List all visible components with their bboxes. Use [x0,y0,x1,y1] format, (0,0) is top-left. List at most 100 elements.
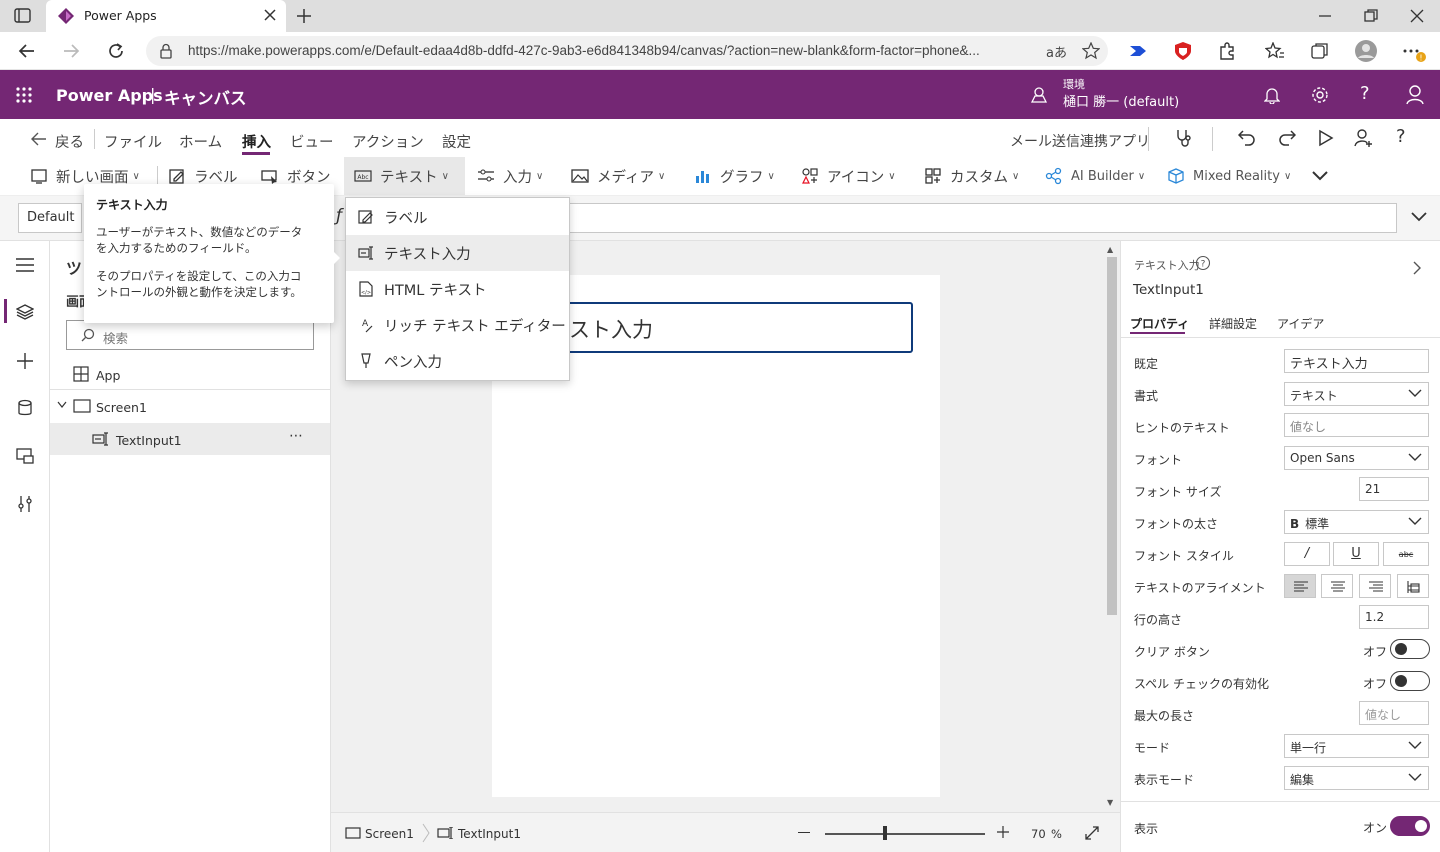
menu-file[interactable]: ファイル [104,131,162,152]
scrollbar-thumb[interactable] [1107,257,1117,615]
read-aloud-icon[interactable]: aあ [1046,42,1067,61]
profile-avatar-icon[interactable] [1354,39,1378,63]
canvas-vertical-scrollbar[interactable]: ▲ ▼ [1104,241,1118,812]
add-favorite-icon[interactable] [1082,42,1100,60]
menu-home[interactable]: ホーム [179,131,222,152]
tree-item-screen1[interactable]: Screen1 [50,391,330,421]
extensions-puzzle-icon[interactable] [1218,42,1236,60]
app-title[interactable]: メール送信連携アプリ [1010,131,1150,151]
tree-item-textinput1[interactable]: TextInput1 ⋯ [50,423,330,455]
app-launcher-icon[interactable] [16,87,32,103]
prop-font-select[interactable]: Open Sans [1284,446,1429,470]
back-arrow-icon[interactable] [18,42,36,60]
control-name[interactable]: TextInput1 [1133,282,1204,298]
tab-advanced[interactable]: 詳細設定 [1209,315,1257,332]
help-circle-icon[interactable]: ? [1195,255,1211,271]
mixed-reality-menu-button[interactable]: Mixed Reality ∨ [1167,157,1291,195]
zoom-slider[interactable] [825,833,985,835]
tree-view-layers-icon[interactable] [16,303,34,321]
prop-hint-input[interactable]: 値なし [1284,413,1429,437]
collections-icon[interactable] [1311,42,1329,60]
prop-default-input[interactable]: テキスト入力 [1284,349,1429,373]
ai-builder-menu-button[interactable]: AI Builder ∨ [1045,157,1145,195]
scroll-down-icon[interactable]: ▼ [1107,798,1113,807]
environment-name[interactable]: 樋口 勝一 (default) [1063,91,1179,110]
breadcrumb-control[interactable]: TextInput1 [458,827,521,841]
advanced-tools-icon[interactable] [17,495,33,513]
dropdown-item-html-text[interactable]: </> HTML テキスト [346,271,569,307]
tab-properties[interactable]: プロパティ [1130,315,1189,332]
redo-icon[interactable] [1278,129,1296,147]
align-center-button[interactable] [1321,574,1353,598]
icon-menu-button[interactable]: アイコン ∨ [801,157,896,195]
prop-format-select[interactable]: テキスト [1284,382,1429,406]
strikethrough-button[interactable]: abc [1383,542,1429,566]
spellcheck-toggle[interactable] [1390,671,1430,691]
back-icon[interactable] [31,132,47,146]
align-right-button[interactable] [1359,574,1391,598]
zoom-slider-thumb[interactable] [883,826,887,840]
chart-menu-button[interactable]: グラフ ∨ [694,157,775,195]
tree-item-app[interactable]: App [50,359,330,389]
dropdown-item-rich-text-editor[interactable]: A リッチ テキスト エディター [346,307,569,343]
fit-to-window-icon[interactable] [1085,826,1099,840]
prop-fontsize-input[interactable]: 21 [1359,477,1429,501]
collapse-pane-chevron-icon[interactable] [1412,260,1422,276]
underline-button[interactable]: U [1333,542,1379,566]
text-input-control[interactable]: スト入力 [561,302,913,353]
text-menu-button[interactable]: Abc テキスト ∨ [344,157,465,195]
prop-fontweight-select[interactable]: B 標準 [1284,510,1429,534]
prop-lineheight-input[interactable]: 1.2 [1359,605,1429,629]
ribbon-expand-chevron-icon[interactable] [1311,169,1329,183]
undo-icon[interactable] [1238,129,1256,147]
align-left-button[interactable] [1284,574,1316,598]
tree-search-input[interactable]: 検索 [66,320,314,350]
menu-view[interactable]: ビュー [290,131,334,152]
settings-gear-icon[interactable] [1311,86,1329,104]
minimize-icon[interactable] [1318,9,1332,23]
formula-expand-chevron-icon[interactable] [1410,211,1428,223]
forward-arrow-icon[interactable] [62,42,80,60]
user-account-icon[interactable] [1406,85,1424,105]
tab-actions-icon[interactable] [14,8,32,24]
refresh-icon[interactable] [107,42,125,60]
more-options-icon[interactable]: ⋯ [289,428,303,444]
menu-action[interactable]: アクション [352,131,424,152]
dropdown-item-label[interactable]: ラベル [346,199,569,235]
dropdown-item-text-input[interactable]: テキスト入力 [346,235,569,271]
help-icon[interactable]: ? [1396,126,1406,147]
app-checker-stethoscope-icon[interactable] [1174,128,1194,148]
shield-extension-icon[interactable] [1174,41,1192,61]
url-field[interactable]: https://make.powerapps.com/e/Default-eda… [146,36,1108,66]
input-menu-button[interactable]: 入力 ∨ [477,157,543,195]
media-icon[interactable] [16,447,34,465]
tab-ideas[interactable]: アイデア [1277,315,1324,332]
hamburger-menu-icon[interactable] [16,258,34,272]
property-selector[interactable]: Default [18,203,82,233]
play-preview-icon[interactable] [1318,129,1334,147]
chevron-down-icon[interactable] [57,401,67,409]
custom-menu-button[interactable]: カスタム ∨ [924,157,1019,195]
zoom-in-icon[interactable] [997,826,1009,838]
visible-toggle[interactable] [1390,816,1430,836]
dropdown-item-pen-input[interactable]: ペン入力 [346,343,569,379]
new-tab-icon[interactable] [296,8,312,24]
favorites-icon[interactable] [1265,42,1285,60]
prop-maxlength-input[interactable]: 値なし [1359,701,1429,725]
share-user-icon[interactable] [1354,128,1374,148]
close-tab-icon[interactable] [264,9,276,21]
notification-bell-icon[interactable] [1264,86,1280,104]
clear-button-toggle[interactable] [1390,639,1430,659]
scroll-up-icon[interactable]: ▲ [1107,245,1113,254]
prop-displaymode-select[interactable]: 編集 [1284,766,1429,790]
insert-plus-icon[interactable] [16,352,34,370]
zoom-out-icon[interactable] [798,832,810,833]
data-cylinder-icon[interactable] [17,399,33,417]
close-window-icon[interactable] [1410,9,1424,23]
back-button[interactable]: 戻る [55,131,84,152]
menu-insert[interactable]: 挿入 [242,131,271,152]
settings-more-icon[interactable]: ! [1402,42,1428,62]
menu-settings[interactable]: 設定 [442,131,471,152]
help-question-icon[interactable]: ? [1360,83,1370,104]
media-menu-button[interactable]: メディア ∨ [571,157,665,195]
